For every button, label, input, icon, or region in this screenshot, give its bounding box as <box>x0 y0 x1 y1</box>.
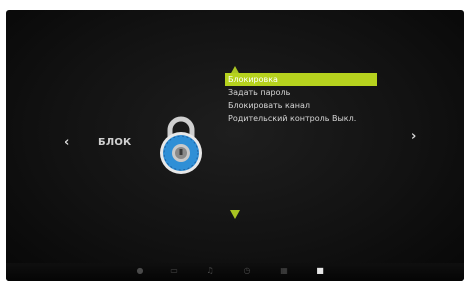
picture-icon[interactable]: ● <box>135 266 145 276</box>
apps-icon[interactable]: ▦ <box>279 266 289 276</box>
padlock-icon <box>160 116 202 174</box>
bottom-menu-bar: ● ▭ ♫ ◷ ▦ ■ <box>6 263 464 281</box>
menu-item-set-password[interactable]: Задать пароль <box>225 86 377 99</box>
menu-item-block-channel[interactable]: Блокировать канал <box>225 99 377 112</box>
lock-menu: Блокировка Задать пароль Блокировать кан… <box>225 73 377 125</box>
previous-page-arrow-icon[interactable]: ‹ <box>64 136 69 149</box>
menu-item-lock[interactable]: Блокировка <box>225 73 377 86</box>
music-icon[interactable]: ♫ <box>205 266 215 276</box>
lock-icon[interactable]: ■ <box>315 266 325 276</box>
tv-screen: ‹ › БЛОК Блокировка Задать пароль Блокир… <box>6 10 464 281</box>
scroll-down-arrow-icon[interactable] <box>230 210 240 219</box>
next-page-arrow-icon[interactable]: › <box>411 130 416 143</box>
display-icon[interactable]: ▭ <box>169 266 179 276</box>
menu-item-parental-control[interactable]: Родительский контроль Выкл. <box>225 112 377 125</box>
clock-icon[interactable]: ◷ <box>242 266 252 276</box>
section-title: БЛОК <box>98 137 132 148</box>
